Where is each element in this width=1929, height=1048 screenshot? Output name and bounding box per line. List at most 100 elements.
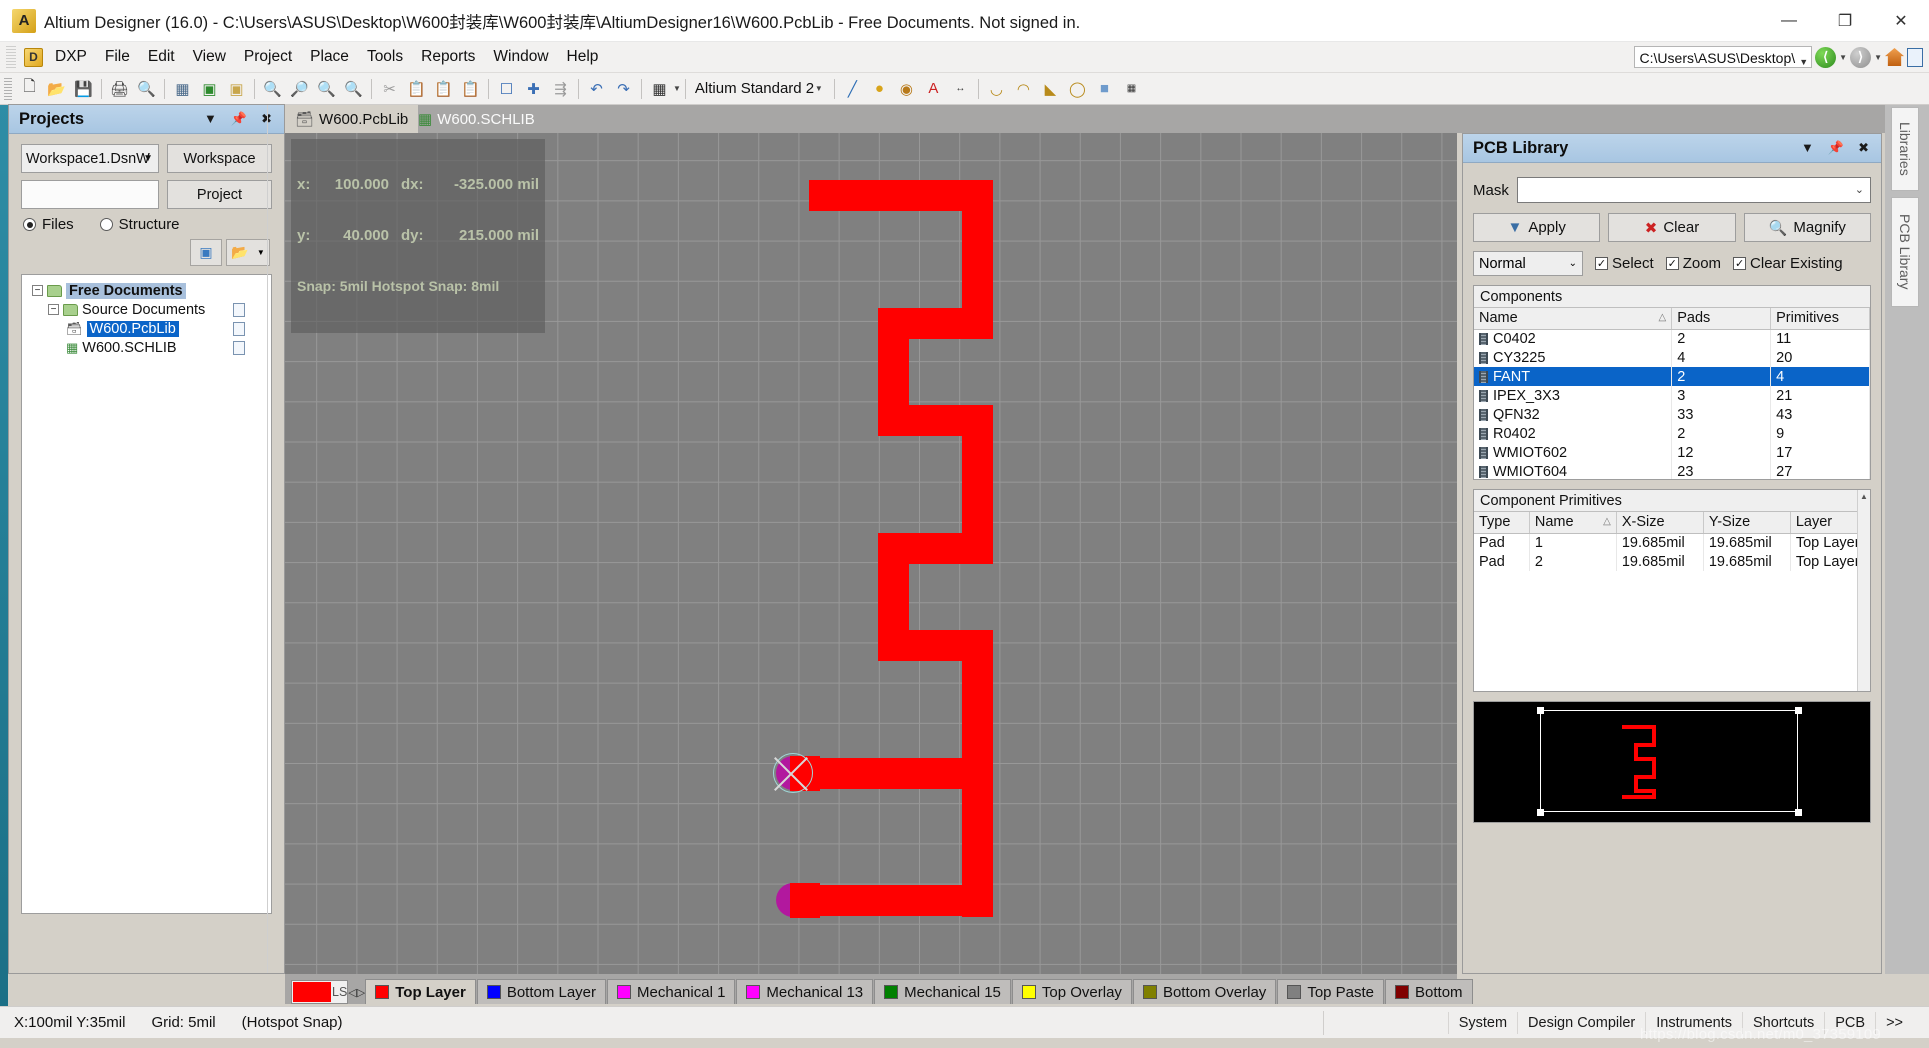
status-button-system[interactable]: System (1447, 1011, 1517, 1034)
primitives-scrollbar[interactable]: ▲ (1857, 490, 1870, 691)
menu-item-file[interactable]: File (96, 44, 139, 70)
document-icon[interactable] (1907, 47, 1923, 67)
chevron-down-icon[interactable]: ⌄ (1569, 258, 1577, 269)
mask-input[interactable]: ⌄ (1516, 177, 1871, 203)
vtab-libraries[interactable]: Libraries (1891, 107, 1919, 191)
column-header-y-size[interactable]: Y-Size (1703, 512, 1791, 534)
tab-w600-pcblib[interactable]: 🗃 W600.PcbLib (285, 105, 419, 133)
menu-item-window[interactable]: Window (484, 44, 557, 70)
chevron-down-icon[interactable]: ▼ (204, 111, 217, 127)
paste-special-icon[interactable]: 📋 (458, 76, 483, 101)
back-dropdown-icon[interactable]: ▼ (1839, 53, 1847, 62)
vtab-pcb-library[interactable]: PCB Library (1891, 197, 1919, 307)
chevron-down-icon[interactable]: ⌄ (1855, 183, 1864, 196)
layer-tab-bottom-layer[interactable]: Bottom Layer (476, 979, 607, 1004)
undo-icon[interactable]: ↶ (584, 76, 609, 101)
project-tree[interactable]: − Free Documents − Source Documents 🗃 W6… (21, 105, 272, 973)
table-row[interactable]: QFN32 33 43 (1474, 405, 1870, 424)
toolbar-grip-handle[interactable] (4, 77, 12, 100)
column-header-x-size[interactable]: X-Size (1616, 512, 1704, 534)
menu-item-help[interactable]: Help (558, 44, 608, 70)
project-button[interactable]: Project (167, 180, 272, 209)
pcb-canvas[interactable]: x: 100.000 dx: -325.000 mil y: 40.000 dy… (285, 133, 1457, 974)
layer-tab-bottom[interactable]: Bottom (1385, 979, 1473, 1004)
zoom-out-icon[interactable]: 🔎 (287, 76, 312, 101)
menu-item-reports[interactable]: Reports (412, 44, 484, 70)
collapse-icon[interactable]: − (32, 285, 43, 296)
preview-handle[interactable] (1537, 707, 1544, 714)
components-table[interactable]: Name △ Pads Primitives C0402 2 11 CY3225… (1474, 308, 1870, 479)
forward-dropdown-icon[interactable]: ▼ (1874, 53, 1882, 62)
zoom-selected-icon[interactable]: 🔍 (341, 76, 366, 101)
radio-files[interactable]: Files (23, 216, 74, 233)
pin-icon[interactable]: 📌 (1828, 140, 1844, 156)
menu-item-edit[interactable]: Edit (139, 44, 184, 70)
select-area-icon[interactable]: ☐ (494, 76, 519, 101)
radio-structure[interactable]: Structure (99, 216, 180, 233)
chevron-down-icon[interactable]: ▼ (1799, 53, 1808, 67)
zoom-area-icon[interactable]: 🔍 (314, 76, 339, 101)
print-preview-icon[interactable]: 🔍 (134, 76, 159, 101)
open-project-button[interactable]: 📂 ▼ (226, 239, 270, 266)
table-row[interactable]: CY3225 4 20 (1474, 348, 1870, 367)
close-button[interactable]: ✕ (1873, 0, 1929, 42)
layer-tab-mechanical-13[interactable]: Mechanical 13 (736, 979, 874, 1004)
tree-item-w600-pcblib[interactable]: 🗃 W600.PcbLib (22, 319, 271, 338)
pad-icon[interactable]: ● (867, 76, 892, 101)
chevron-down-icon[interactable]: ▼ (143, 153, 153, 164)
align-icon[interactable]: ⇶ (548, 76, 573, 101)
arc-edge-icon[interactable]: ◠ (1011, 76, 1036, 101)
dimension-icon[interactable]: ↔ (948, 76, 973, 101)
layer-tab-bottom-overlay[interactable]: Bottom Overlay (1132, 979, 1277, 1004)
fill-icon[interactable]: ■ (1092, 76, 1117, 101)
scroll-up-icon[interactable]: ▲ (1858, 490, 1870, 503)
workspace-button[interactable]: Workspace (167, 144, 272, 173)
close-icon[interactable]: ✖ (1858, 140, 1869, 156)
dropdown-caret-icon[interactable]: ▼ (257, 248, 265, 257)
string-icon[interactable]: A (921, 76, 946, 101)
project-input[interactable] (21, 180, 159, 209)
grid-dropdown-icon[interactable]: ▼ (673, 84, 681, 93)
menu-item-place[interactable]: Place (301, 44, 358, 70)
tree-item-source-documents[interactable]: − Source Documents (22, 300, 271, 319)
via-icon[interactable]: ◉ (894, 76, 919, 101)
compile-icon[interactable]: ▣ (190, 239, 222, 266)
redo-icon[interactable]: ↷ (611, 76, 636, 101)
table-row[interactable]: C0402 2 11 (1474, 329, 1870, 348)
tab-w600-schlib[interactable]: ▦ W600.SCHLIB (408, 105, 545, 133)
forward-arrow-icon[interactable]: ⟩ (1850, 46, 1872, 68)
layer-tab-top-overlay[interactable]: Top Overlay (1011, 979, 1132, 1004)
layer-color-swatch[interactable]: LS (291, 980, 349, 1004)
arc-any-icon[interactable]: ◣ (1038, 76, 1063, 101)
pad-2-body[interactable] (790, 883, 820, 918)
tree-item-free-documents[interactable]: − Free Documents (22, 281, 271, 300)
maximize-button[interactable]: ❐ (1817, 0, 1873, 42)
checkbox-select[interactable]: ✓ Select (1595, 255, 1654, 272)
ls-label[interactable]: LS (332, 985, 347, 999)
magnify-button[interactable]: 🔍 Magnify (1743, 213, 1871, 242)
move-icon[interactable]: ✚ (521, 76, 546, 101)
column-header-pads[interactable]: Pads (1671, 308, 1772, 330)
path-input[interactable]: C:\Users\ASUS\Desktop\ ▼ (1633, 46, 1813, 68)
menu-grip-handle[interactable] (6, 46, 16, 68)
clear-button[interactable]: ✖ Clear (1608, 213, 1736, 242)
chevron-down-icon[interactable]: ▼ (1801, 140, 1814, 156)
table-row-selected[interactable]: FANT 2 4 (1474, 367, 1870, 386)
back-arrow-icon[interactable]: ⟨ (1815, 46, 1837, 68)
preview-handle[interactable] (1537, 809, 1544, 816)
line-icon[interactable]: ╱ (840, 76, 865, 101)
component-icon[interactable]: ▦ (1119, 76, 1144, 101)
column-header-name[interactable]: Name △ (1529, 512, 1617, 534)
tree-item-w600-schlib[interactable]: ▦ W600.SCHLIB (22, 338, 271, 357)
apply-button[interactable]: ▼ Apply (1473, 213, 1601, 242)
preview-handle[interactable] (1795, 809, 1802, 816)
component-primitives-table[interactable]: Type Name △ X-Size Y-Size Layer Pad 1 19… (1474, 512, 1870, 571)
mode-combo[interactable]: Normal ⌄ (1473, 251, 1583, 276)
table-row[interactable]: R0402 2 9 (1474, 424, 1870, 443)
layer-tab-top-layer[interactable]: Top Layer (365, 979, 476, 1004)
home-icon[interactable] (1885, 48, 1904, 66)
checkbox-zoom[interactable]: ✓ Zoom (1665, 255, 1721, 272)
column-header-name[interactable]: Name △ (1474, 308, 1673, 330)
table-row[interactable]: IPEX_3X3 3 21 (1474, 386, 1870, 405)
menu-item-project[interactable]: Project (235, 44, 301, 70)
